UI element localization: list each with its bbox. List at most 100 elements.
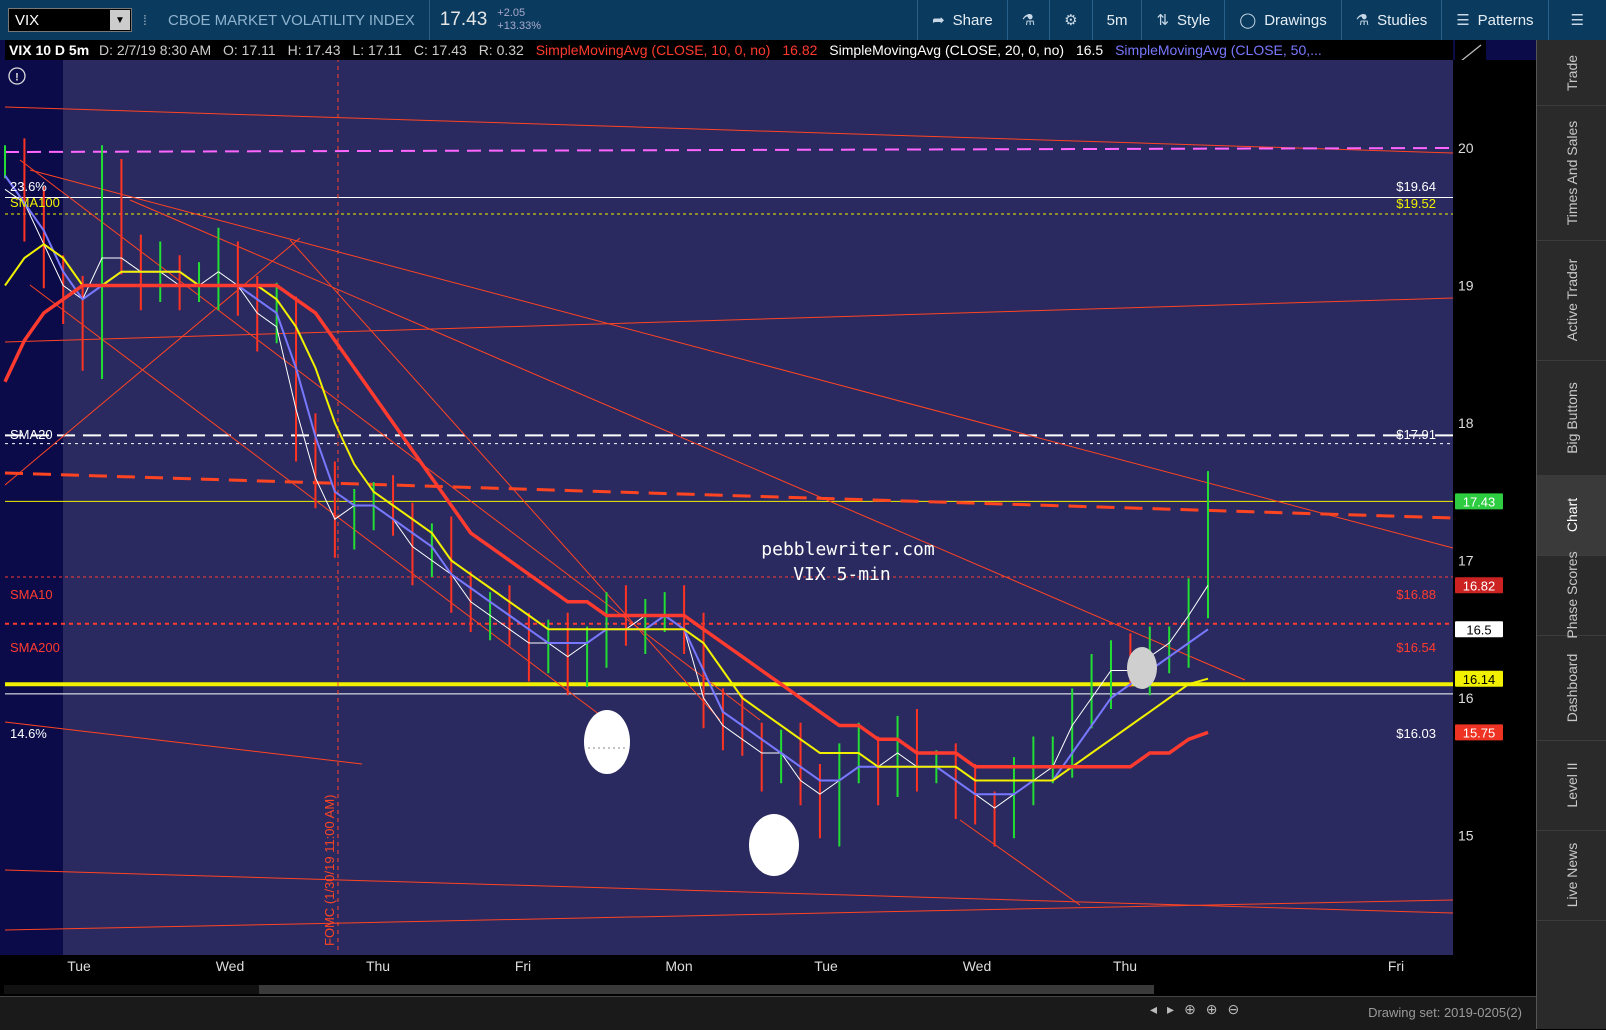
highlight-ellipse: [749, 814, 799, 876]
link-icon[interactable]: ⁞: [136, 12, 154, 28]
level-1688-label: $16.88: [1396, 587, 1436, 602]
session-band: [655, 60, 729, 955]
level-1952-label: $19.52: [1396, 196, 1436, 211]
sidebar-tab-active-trader[interactable]: Active Trader: [1537, 240, 1606, 361]
session-band: [211, 60, 285, 955]
sma20-label: SMA20: [10, 427, 53, 442]
session-band: [1025, 60, 1099, 955]
gear-icon: ⚙: [1064, 12, 1078, 29]
sidebar-tab-label: Phase Scores: [1564, 551, 1580, 639]
time-tick-label: Thu: [1113, 958, 1137, 974]
chart-svg[interactable]: pebblewriter.com VIX 5-min FOMC (1/30/19…: [0, 40, 1536, 996]
sidebar-tab-chart[interactable]: Chart: [1537, 475, 1606, 556]
studies-button[interactable]: ⚗ Studies: [1340, 0, 1442, 40]
scrollbar-thumb[interactable]: [4, 985, 259, 994]
header-range: R: 0.32: [479, 42, 524, 58]
sidebar-tab-dashboard[interactable]: Dashboard: [1537, 635, 1606, 741]
price-change: +2.05 +13.33%: [497, 7, 541, 33]
header-sma20-value: 16.5: [1076, 42, 1103, 58]
crosshair-icon[interactable]: ⊕: [1184, 1001, 1196, 1018]
highlight-ellipse: [584, 710, 630, 774]
bottom-icons: ◂ ▸ ⊕ ⊕ ⊖: [1150, 1001, 1239, 1018]
chevron-down-icon[interactable]: ▼: [110, 10, 130, 30]
price-tick-label: 16: [1458, 690, 1474, 706]
fomc-label: FOMC (1/30/19 11:00 AM): [322, 795, 337, 947]
share-label: Share: [952, 11, 993, 29]
header-text: VIX 10 D 5m D: 2/7/19 8:30 AM O: 17.11 H…: [9, 42, 1322, 58]
share-icon: ➦: [932, 12, 945, 29]
price-tick-label: 19: [1458, 278, 1474, 294]
time-tick-label: Wed: [963, 958, 992, 974]
session-band: [63, 60, 137, 955]
drawing-set-label[interactable]: Drawing set: 2019-0205(2): [1368, 1005, 1522, 1020]
session-band: [433, 60, 507, 955]
menu-button[interactable]: ☰: [1547, 0, 1606, 40]
chart-area[interactable]: pebblewriter.com VIX 5-min FOMC (1/30/19…: [0, 40, 1536, 996]
time-tick-label: Fri: [515, 958, 531, 974]
price-badge-label: 16.14: [1463, 672, 1496, 687]
sidebar-tab-label: Active Trader: [1564, 258, 1580, 342]
header-open: O: 17.11: [223, 42, 276, 58]
fib-236-label: 23.6%: [10, 179, 47, 194]
zoom-icon[interactable]: ⊕: [1206, 1001, 1218, 1018]
studies-label: Studies: [1377, 11, 1428, 29]
sma100-label: SMA100: [10, 195, 60, 210]
timeframe-label: 5m: [1106, 11, 1128, 29]
share-button[interactable]: ➦ Share: [917, 0, 1007, 40]
flask-button[interactable]: ⚗: [1006, 0, 1049, 40]
session-band: [1395, 60, 1453, 955]
settings-button[interactable]: ⚙: [1049, 0, 1091, 40]
header-title: VIX 10 D 5m: [9, 42, 89, 58]
header-sma10[interactable]: SimpleMovingAvg (CLOSE, 10, 0, no): [536, 42, 771, 58]
fib-146-label: 14.6%: [10, 726, 47, 741]
sidebar-tab-big-buttons[interactable]: Big Buttons: [1537, 360, 1606, 476]
price-badge-label: 16.82: [1463, 578, 1496, 593]
level-1791-label: $17.91: [1396, 427, 1436, 442]
sidebar-tab-live-news[interactable]: Live News: [1537, 830, 1606, 921]
price-tick-label: 17: [1458, 553, 1474, 569]
level-1964-label: $19.64: [1396, 179, 1436, 194]
ellipse-icon: ◯: [1239, 12, 1257, 29]
scroll-right-icon[interactable]: ▸: [1167, 1001, 1174, 1018]
time-tick-label: Tue: [67, 958, 91, 974]
zoom-out-icon[interactable]: ⊖: [1228, 1001, 1240, 1018]
style-button[interactable]: ⇅ Style: [1141, 0, 1224, 40]
sidebar-tab-phase-scores[interactable]: Phase Scores: [1537, 551, 1606, 639]
sidebar-tab-label: Big Buttons: [1564, 381, 1580, 454]
sma10-label: SMA10: [10, 587, 53, 602]
price-badge-label: 15.75: [1463, 725, 1496, 740]
header-date: D: 2/7/19 8:30 AM: [99, 42, 211, 58]
time-tick-label: Wed: [216, 958, 245, 974]
session-band: [581, 60, 655, 955]
menu-icon: ☰: [1570, 12, 1584, 29]
drawings-button[interactable]: ◯ Drawings: [1224, 0, 1340, 40]
header-close: C: 17.43: [414, 42, 467, 58]
style-label: Style: [1177, 11, 1211, 29]
change-percent: +13.33%: [497, 20, 542, 32]
patterns-button[interactable]: ☰ Patterns: [1441, 0, 1547, 40]
sidebar-tab-trade[interactable]: Trade: [1537, 40, 1606, 106]
price-tick-label: 20: [1458, 140, 1474, 156]
header-high: H: 17.43: [288, 42, 341, 58]
header-sma50[interactable]: SimpleMovingAvg (CLOSE, 50,...: [1115, 42, 1322, 58]
highlight-ellipse: [1127, 647, 1157, 689]
bottom-bar: ◂ ▸ ⊕ ⊕ ⊖ Drawing set: 2019-0205(2): [0, 996, 1536, 1030]
price-badge-label: 17.43: [1463, 494, 1496, 509]
timeframe-button[interactable]: 5m: [1091, 0, 1142, 40]
toolbar-buttons: ➦ Share ⚗ ⚙ 5m ⇅ Style ◯ Drawings ⚗ Studies …: [917, 0, 1606, 40]
info-icon-glyph: !: [15, 72, 19, 84]
patterns-icon: ☰: [1456, 12, 1470, 29]
price-tick-label: 15: [1458, 828, 1474, 844]
sidebar-tab-times-and-sales[interactable]: Times And Sales: [1537, 105, 1606, 241]
symbol-description: CBOE MARKET VOLATILITY INDEX: [168, 0, 430, 40]
symbol-selector[interactable]: VIX ▼: [8, 8, 132, 32]
sidebar-tab-label: Live News: [1564, 842, 1580, 908]
header-sma20[interactable]: SimpleMovingAvg (CLOSE, 20, 0, no): [829, 42, 1064, 58]
flask-icon: ⚗: [1021, 12, 1036, 29]
scroll-left-icon[interactable]: ◂: [1150, 1001, 1157, 1018]
session-band: [1247, 60, 1321, 955]
session-band: [1321, 60, 1395, 955]
time-tick-label: Thu: [366, 958, 390, 974]
watermark-subtitle: VIX 5-min: [793, 564, 891, 585]
sidebar-tab-level-ii[interactable]: Level II: [1537, 740, 1606, 831]
